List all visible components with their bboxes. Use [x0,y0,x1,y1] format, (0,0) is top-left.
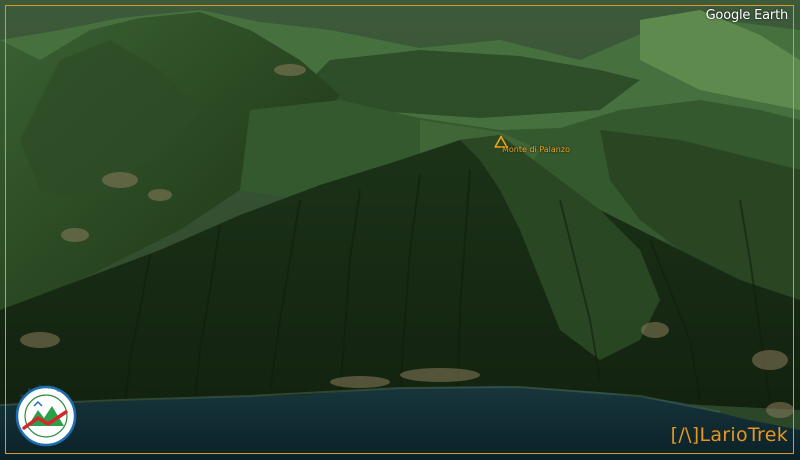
lariotrek-watermark: [/\]LarioTrek [671,424,788,446]
terrain-view [0,0,800,460]
google-earth-logo: Google Earth [705,8,789,23]
map-viewport[interactable]: Google Earth Monte di Palanzo S E Z I O … [0,0,800,460]
svg-text:I: I [48,385,49,390]
lariotrek-name: LarioTrek [699,424,788,446]
lariotrek-logo-icon: [/\] [670,424,700,446]
svg-text:Z: Z [38,385,41,390]
alpine-club-emblem-icon: S E Z I O N [15,385,77,447]
peak-label[interactable]: Monte di Palanzo [502,145,570,154]
